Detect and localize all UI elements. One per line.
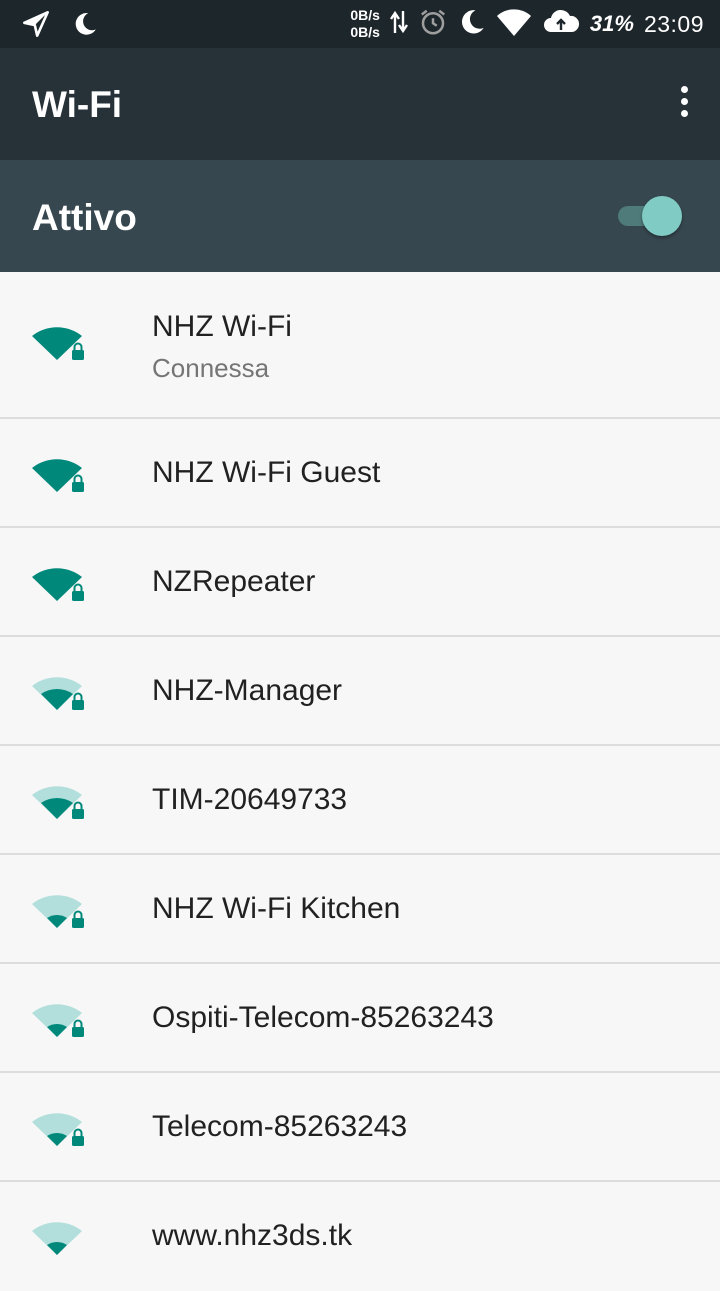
lock-icon bbox=[72, 1128, 84, 1146]
network-ssid: NHZ-Manager bbox=[152, 674, 343, 707]
toggle-thumb bbox=[642, 196, 682, 236]
net-down-speed: 0B/s bbox=[350, 24, 380, 40]
battery-percent: 31% bbox=[589, 11, 634, 36]
cloud-icon bbox=[542, 8, 580, 41]
network-row[interactable]: Ospiti-Telecom-85263243 bbox=[0, 964, 720, 1073]
wifi-signal-icon bbox=[30, 454, 86, 494]
lock-icon bbox=[72, 692, 84, 710]
network-ssid: www.nhz3ds.tk bbox=[152, 1219, 353, 1252]
network-row[interactable]: NHZ Wi-Fi Connessa bbox=[0, 272, 720, 419]
lock-icon bbox=[72, 583, 84, 601]
network-row[interactable]: NHZ-Manager bbox=[0, 637, 720, 746]
lock-icon bbox=[72, 342, 84, 360]
network-ssid: NHZ Wi-Fi Kitchen bbox=[152, 892, 401, 925]
wifi-master-switch-bar[interactable]: Attivo bbox=[0, 160, 720, 272]
network-list: NHZ Wi-Fi Connessa NHZ Wi-Fi Guest NZRepeat… bbox=[0, 272, 720, 1291]
network-row[interactable]: NZRepeater bbox=[0, 528, 720, 637]
lock-icon bbox=[72, 474, 84, 492]
network-row[interactable]: Telecom-85263243 bbox=[0, 1073, 720, 1182]
network-speed: 0B/s 0B/s bbox=[350, 7, 380, 41]
clock: 23:09 bbox=[643, 10, 704, 37]
wifi-signal-icon bbox=[30, 890, 86, 930]
wifi-switch-label: Attivo bbox=[32, 197, 137, 238]
data-arrows-icon bbox=[389, 9, 408, 40]
network-ssid: Telecom-85263243 bbox=[152, 1110, 408, 1143]
moon-icon bbox=[458, 8, 486, 41]
net-up-speed: 0B/s bbox=[350, 7, 380, 23]
network-ssid: TIM-20649733 bbox=[152, 783, 348, 816]
wifi-signal-icon bbox=[30, 563, 86, 603]
network-row[interactable]: NHZ Wi-Fi Kitchen bbox=[0, 855, 720, 964]
wifi-signal-icon bbox=[30, 999, 86, 1039]
alarm-icon bbox=[418, 7, 448, 42]
more-vert-icon[interactable] bbox=[672, 86, 696, 122]
app-toolbar: Wi-Fi bbox=[0, 48, 720, 160]
lock-icon bbox=[72, 1019, 84, 1037]
lock-icon bbox=[72, 801, 84, 819]
network-row[interactable]: TIM-20649733 bbox=[0, 746, 720, 855]
status-bar: 0B/s 0B/s 31% 23:09 bbox=[0, 0, 720, 48]
navigation-icon bbox=[22, 10, 50, 43]
wifi-toggle[interactable] bbox=[616, 196, 682, 236]
network-ssid: NHZ Wi-Fi Guest bbox=[152, 456, 381, 489]
wifi-signal-icon bbox=[30, 322, 86, 362]
wifi-signal-icon bbox=[30, 1217, 86, 1257]
network-row[interactable]: www.nhz3ds.tk bbox=[0, 1182, 720, 1291]
page-title: Wi-Fi bbox=[32, 84, 123, 125]
wifi-icon bbox=[496, 7, 532, 42]
network-ssid: Ospiti-Telecom-85263243 bbox=[152, 1001, 494, 1034]
wifi-signal-icon bbox=[30, 672, 86, 712]
moon-icon bbox=[72, 11, 98, 42]
lock-icon bbox=[72, 910, 84, 928]
network-ssid: NHZ Wi-Fi bbox=[152, 310, 292, 343]
network-ssid: NZRepeater bbox=[152, 565, 316, 598]
network-status: Connessa bbox=[152, 353, 270, 383]
network-row[interactable]: NHZ Wi-Fi Guest bbox=[0, 419, 720, 528]
wifi-signal-icon bbox=[30, 781, 86, 821]
wifi-signal-icon bbox=[30, 1108, 86, 1148]
